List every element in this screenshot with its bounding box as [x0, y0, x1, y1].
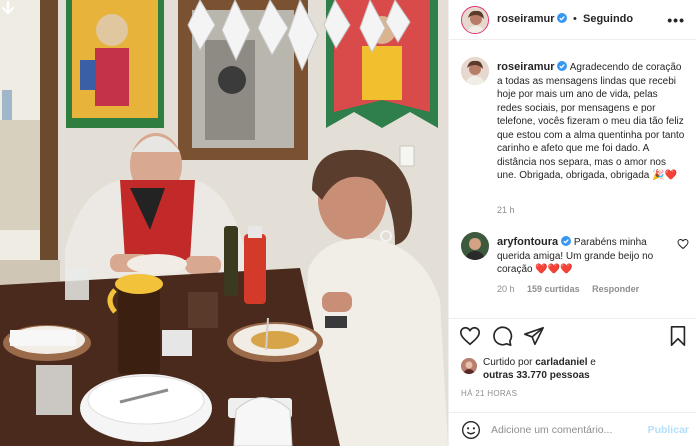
commenter-username[interactable]: aryfontoura — [497, 236, 558, 248]
likes-others-count[interactable]: outras 33.770 pessoas — [483, 370, 590, 381]
author-username[interactable]: roseiramur — [497, 13, 568, 25]
post-details-panel: roseiramur • Seguindo ••• roseiramur Agr… — [448, 0, 696, 446]
comment-likes[interactable]: 159 curtidas — [527, 284, 580, 294]
post-timestamp[interactable]: HÁ 21 HORAS — [461, 389, 517, 398]
more-options-icon[interactable]: ••• — [667, 12, 685, 28]
back-arrow-icon[interactable] — [0, 0, 16, 16]
caption-username[interactable]: roseiramur — [497, 61, 554, 73]
heart-icon — [460, 326, 480, 346]
likes-connector: e — [590, 357, 596, 368]
caption-time[interactable]: 21 h — [497, 205, 515, 215]
likes-summary: Curtido por carladaniel e outras 33.770 … — [461, 356, 691, 384]
verified-icon — [561, 236, 572, 246]
like-button[interactable] — [459, 325, 481, 347]
comment-icon — [493, 326, 513, 346]
author-avatar[interactable] — [461, 6, 489, 34]
add-comment-bar: Publicar — [449, 412, 696, 446]
comment-meta: 20 h 159 curtidas Responder — [497, 284, 649, 294]
comment-button[interactable] — [491, 325, 513, 347]
likes-prefix: Curtido por — [483, 357, 533, 368]
caption-text: Agradecendo de coração a todas as mensag… — [497, 62, 685, 181]
share-icon — [524, 326, 544, 346]
publish-button[interactable]: Publicar — [648, 424, 689, 436]
reply-button[interactable]: Responder — [592, 284, 639, 294]
share-button[interactable] — [523, 325, 545, 347]
photo-illustration — [0, 0, 448, 446]
comment-input[interactable] — [491, 421, 641, 439]
comment: aryfontoura Parabéns minha querida amiga… — [497, 236, 677, 277]
save-button[interactable] — [667, 325, 689, 347]
liker-avatar[interactable] — [461, 358, 477, 374]
action-bar — [449, 318, 696, 354]
comment-time[interactable]: 20 h — [497, 284, 515, 294]
commenter-avatar[interactable] — [461, 232, 489, 260]
comment-like-heart-icon[interactable] — [677, 238, 689, 250]
caption-author-avatar[interactable] — [461, 57, 489, 85]
comments-list[interactable]: roseiramur Agradecendo de coração a toda… — [449, 41, 696, 316]
bookmark-icon — [670, 326, 686, 346]
likes-text: Curtido por carladaniel e outras 33.770 … — [483, 356, 596, 382]
verified-icon — [557, 13, 568, 23]
liker-username[interactable]: carladaniel — [535, 357, 587, 368]
following-button[interactable]: Seguindo — [583, 13, 633, 25]
emoji-icon[interactable] — [461, 420, 481, 440]
post-header: roseiramur • Seguindo ••• — [449, 0, 696, 40]
post-photo[interactable] — [0, 0, 448, 446]
follow-separator: • — [573, 13, 577, 25]
verified-icon — [557, 61, 568, 71]
caption: roseiramur Agradecendo de coração a toda… — [497, 61, 685, 183]
